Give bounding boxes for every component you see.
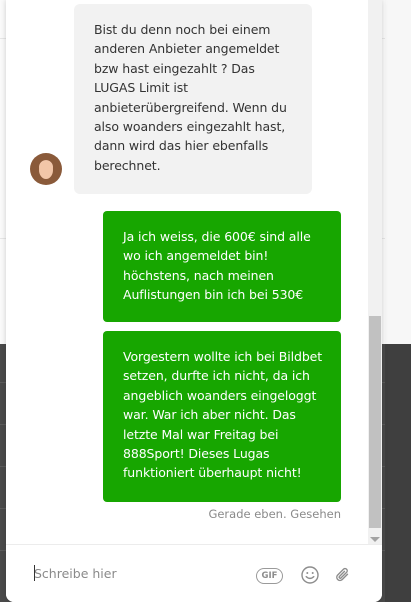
avatar-face <box>39 161 53 179</box>
attach-button[interactable] <box>332 564 354 586</box>
message-status: Gerade eben. Gesehen <box>208 507 341 521</box>
message-input[interactable] <box>32 561 244 585</box>
outgoing-message: Vorgestern wollte ich bei Bildbet setzen… <box>103 331 341 502</box>
message-composer: GIF <box>6 544 382 602</box>
outgoing-message: Ja ich weiss, die 600€ sind alle wo ich … <box>103 211 341 322</box>
smiley-icon <box>301 566 319 584</box>
paperclip-icon <box>336 567 349 582</box>
scroll-down-arrow-icon[interactable] <box>370 537 380 542</box>
background-right-strip-dark <box>385 344 411 602</box>
message-list[interactable]: Bist du denn noch bei einem anderen Anbi… <box>6 0 368 544</box>
scrollbar-thumb[interactable] <box>369 316 381 528</box>
text-caret <box>34 565 35 581</box>
scrollbar[interactable] <box>368 0 382 544</box>
agent-avatar <box>30 153 62 185</box>
chat-widget: Bist du denn noch bei einem anderen Anbi… <box>6 0 382 602</box>
emoji-button[interactable] <box>299 564 321 586</box>
gif-button[interactable]: GIF <box>256 568 283 584</box>
incoming-message: Bist du denn noch bei einem anderen Anbi… <box>74 4 312 194</box>
